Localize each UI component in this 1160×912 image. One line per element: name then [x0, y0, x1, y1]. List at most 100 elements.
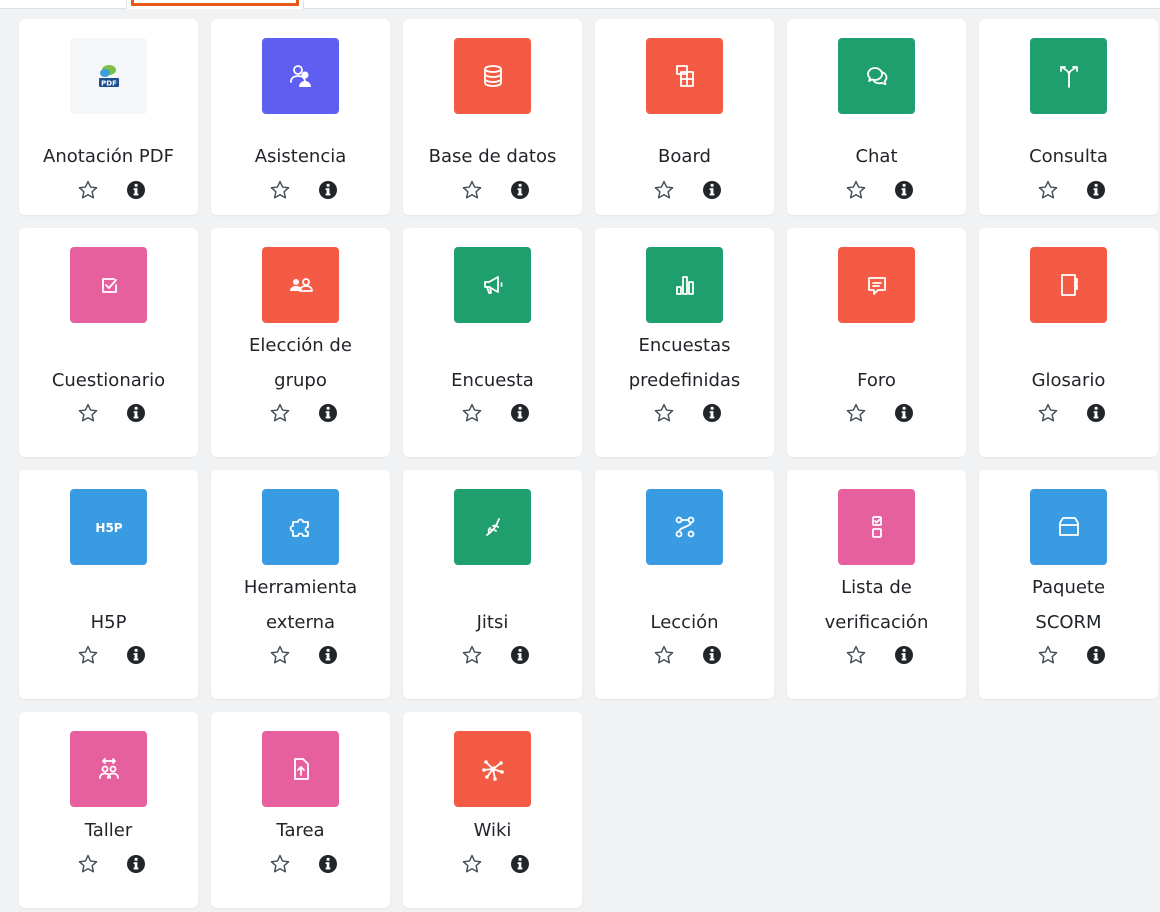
info-icon[interactable] [126, 180, 146, 200]
attendance-icon[interactable] [262, 38, 339, 114]
activity-label[interactable]: Cuestionario [19, 364, 198, 398]
activity-label[interactable]: Chat [787, 140, 966, 174]
activity-card-pdf-annotation[interactable]: PDF Anotación PDF [19, 19, 198, 215]
star-icon[interactable] [845, 644, 867, 666]
activity-card-h5p[interactable]: H5P H5P [19, 470, 198, 699]
activity-label[interactable]: externa [211, 606, 390, 640]
activity-label[interactable]: predefinidas [595, 364, 774, 398]
star-icon[interactable] [1037, 179, 1059, 201]
activity-label[interactable]: Encuestas [595, 329, 774, 363]
info-icon[interactable] [510, 180, 530, 200]
activity-label[interactable]: Tarea [211, 814, 390, 848]
external-tool-icon[interactable] [262, 489, 339, 565]
activity-card-forum[interactable]: Foro [787, 228, 966, 457]
activity-card-database[interactable]: Base de datos [403, 19, 582, 215]
activity-card-choice[interactable]: Consulta [979, 19, 1158, 215]
star-icon[interactable] [77, 644, 99, 666]
info-icon[interactable] [126, 645, 146, 665]
forum-icon[interactable] [838, 247, 915, 323]
star-icon[interactable] [461, 644, 483, 666]
activity-card-board[interactable]: Board [595, 19, 774, 215]
workshop-icon[interactable] [70, 731, 147, 807]
info-icon[interactable] [318, 854, 338, 874]
activity-label[interactable]: Board [595, 140, 774, 174]
board-icon[interactable] [646, 38, 723, 114]
activity-card-assignment[interactable]: Tarea [211, 712, 390, 908]
glossary-icon[interactable] [1030, 247, 1107, 323]
jitsi-icon[interactable] [454, 489, 531, 565]
star-icon[interactable] [653, 644, 675, 666]
activity-card-attendance[interactable]: Asistencia [211, 19, 390, 215]
activity-card-predefined-survey[interactable]: Encuestas predefinidas [595, 228, 774, 457]
activity-label[interactable]: Glosario [979, 364, 1158, 398]
quiz-icon[interactable] [70, 247, 147, 323]
activity-card-glossary[interactable]: Glosario [979, 228, 1158, 457]
wiki-icon[interactable] [454, 731, 531, 807]
star-icon[interactable] [845, 179, 867, 201]
info-icon[interactable] [702, 403, 722, 423]
activity-card-wiki[interactable]: Wiki [403, 712, 582, 908]
h5p-icon[interactable]: H5P [70, 489, 147, 565]
info-icon[interactable] [894, 403, 914, 423]
activity-label[interactable]: verificación [787, 606, 966, 640]
lesson-icon[interactable] [646, 489, 723, 565]
chat-icon[interactable] [838, 38, 915, 114]
activity-label[interactable]: Consulta [979, 140, 1158, 174]
choice-icon[interactable] [1030, 38, 1107, 114]
info-icon[interactable] [126, 403, 146, 423]
star-icon[interactable] [77, 402, 99, 424]
star-icon[interactable] [269, 179, 291, 201]
star-icon[interactable] [845, 402, 867, 424]
info-icon[interactable] [510, 645, 530, 665]
star-icon[interactable] [269, 644, 291, 666]
activity-label[interactable]: Jitsi [403, 606, 582, 640]
info-icon[interactable] [1086, 645, 1106, 665]
activity-card-external-tool[interactable]: Herramienta externa [211, 470, 390, 699]
star-icon[interactable] [1037, 402, 1059, 424]
star-icon[interactable] [77, 179, 99, 201]
assignment-icon[interactable] [262, 731, 339, 807]
activity-card-survey[interactable]: Encuesta [403, 228, 582, 457]
activity-label[interactable]: Herramienta [211, 571, 390, 605]
activity-label[interactable]: H5P [19, 606, 198, 640]
pdf-annotation-icon[interactable]: PDF [70, 38, 147, 114]
activity-label[interactable]: Elección de [211, 329, 390, 363]
star-icon[interactable] [461, 853, 483, 875]
activity-card-workshop[interactable]: Taller [19, 712, 198, 908]
star-icon[interactable] [269, 402, 291, 424]
info-icon[interactable] [510, 854, 530, 874]
star-icon[interactable] [1037, 644, 1059, 666]
activity-card-scorm-package[interactable]: Paquete SCORM [979, 470, 1158, 699]
activity-label[interactable]: Encuesta [403, 364, 582, 398]
activity-label[interactable]: grupo [211, 364, 390, 398]
activity-label[interactable]: SCORM [979, 606, 1158, 640]
activity-card-quiz[interactable]: Cuestionario [19, 228, 198, 457]
info-icon[interactable] [702, 180, 722, 200]
activity-label[interactable]: Lista de [787, 571, 966, 605]
activity-label[interactable]: Anotación PDF [19, 140, 198, 174]
info-icon[interactable] [702, 645, 722, 665]
activity-card-jitsi[interactable]: Jitsi [403, 470, 582, 699]
activity-card-checklist[interactable]: Lista de verificación [787, 470, 966, 699]
info-icon[interactable] [318, 403, 338, 423]
group-choice-icon[interactable] [262, 247, 339, 323]
info-icon[interactable] [1086, 403, 1106, 423]
predefined-survey-icon[interactable] [646, 247, 723, 323]
star-icon[interactable] [269, 853, 291, 875]
info-icon[interactable] [1086, 180, 1106, 200]
activity-card-group-choice[interactable]: Elección de grupo [211, 228, 390, 457]
activity-card-chat[interactable]: Chat [787, 19, 966, 215]
database-icon[interactable] [454, 38, 531, 114]
star-icon[interactable] [653, 402, 675, 424]
activity-label[interactable]: Wiki [403, 814, 582, 848]
activity-label[interactable]: Paquete [979, 571, 1158, 605]
activity-label[interactable]: Lección [595, 606, 774, 640]
activity-label[interactable]: Taller [19, 814, 198, 848]
survey-icon[interactable] [454, 247, 531, 323]
activity-label[interactable]: Asistencia [211, 140, 390, 174]
info-icon[interactable] [318, 645, 338, 665]
activity-label[interactable]: Foro [787, 364, 966, 398]
checklist-icon[interactable] [838, 489, 915, 565]
info-icon[interactable] [126, 854, 146, 874]
activity-card-lesson[interactable]: Lección [595, 470, 774, 699]
